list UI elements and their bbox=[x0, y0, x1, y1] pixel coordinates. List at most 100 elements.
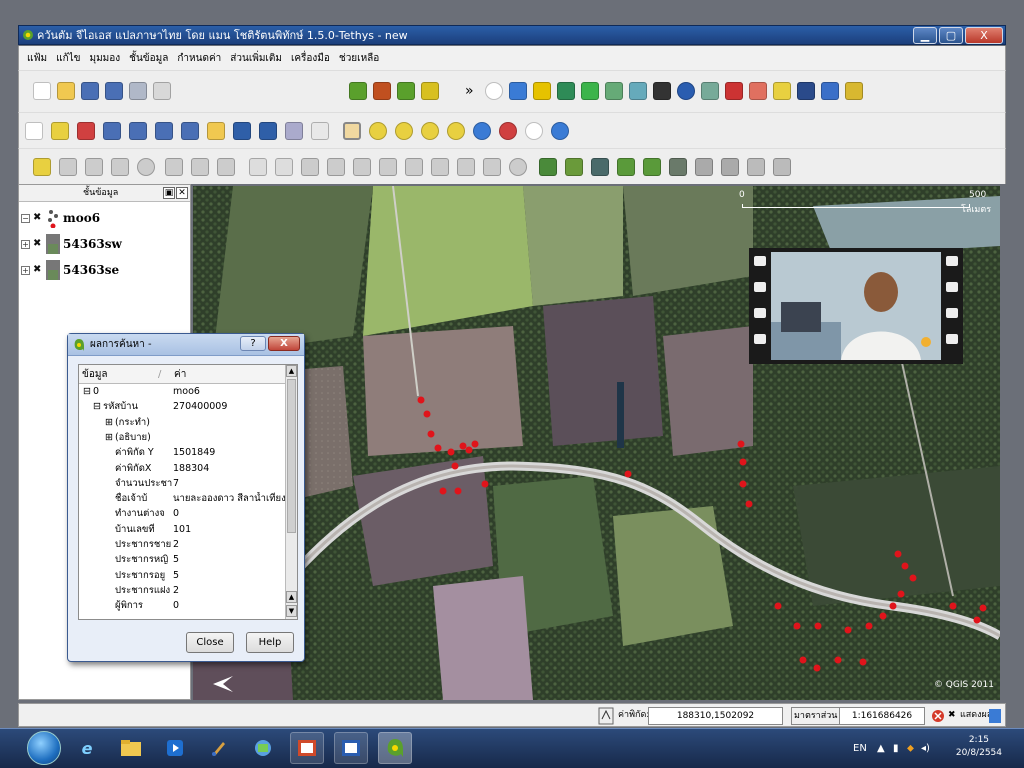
close-button[interactable]: X bbox=[965, 27, 1003, 44]
capture-line-icon[interactable] bbox=[111, 158, 129, 176]
add-vector-icon[interactable] bbox=[349, 82, 367, 100]
attribute-table-icon[interactable] bbox=[103, 122, 121, 140]
pan-icon[interactable] bbox=[343, 122, 361, 140]
new-project-icon[interactable] bbox=[33, 82, 51, 100]
collapse-node-icon[interactable]: ⊟ bbox=[83, 386, 91, 397]
results-tree[interactable]: ข้อมูล / ค่า ⊟ 0 moo6 ⊟ รหัสบ้าน 270400009 ⊞ (ก… bbox=[78, 364, 298, 620]
stop-render-icon[interactable] bbox=[931, 707, 945, 725]
add-raster-icon[interactable] bbox=[373, 82, 391, 100]
network-app-icon[interactable] bbox=[246, 732, 280, 764]
float-panel-button[interactable]: ▣ bbox=[163, 187, 175, 199]
add-ring-icon[interactable] bbox=[327, 158, 345, 176]
paste-icon[interactable] bbox=[217, 158, 235, 176]
powerpoint-icon[interactable] bbox=[290, 732, 324, 764]
results-row[interactable]: ⊟ 0 moo6 bbox=[79, 385, 287, 398]
save-as-icon[interactable] bbox=[105, 82, 123, 100]
qgis-taskbar-icon[interactable] bbox=[378, 732, 412, 764]
start-menu-button[interactable] bbox=[27, 731, 61, 765]
georeferencer-icon[interactable] bbox=[581, 82, 599, 100]
zoom-next-icon[interactable] bbox=[525, 122, 543, 140]
window-titlebar[interactable]: ควันตัม จีไอเอส แปลภาษาไทย โดย แมน โชติร… bbox=[18, 25, 1006, 45]
results-row[interactable]: ประชากรหญิ 5 bbox=[79, 553, 287, 566]
menu-settings[interactable]: กำหนดค่า bbox=[177, 51, 221, 66]
zoom-out-icon[interactable] bbox=[395, 122, 413, 140]
scroll-up-icon[interactable]: ▲ bbox=[286, 591, 297, 603]
north-arrow-icon[interactable] bbox=[509, 82, 527, 100]
menu-view[interactable]: มุมมอง bbox=[90, 51, 121, 66]
install-plugin-icon[interactable] bbox=[725, 82, 743, 100]
zoom-layer-icon[interactable] bbox=[473, 122, 491, 140]
zoom-last-icon[interactable] bbox=[499, 122, 517, 140]
column-header-feature[interactable]: ข้อมูล bbox=[82, 365, 108, 384]
internet-explorer-icon[interactable]: e bbox=[70, 732, 104, 764]
layer-item-moo6[interactable]: − ✖ moo6 bbox=[21, 205, 100, 231]
save-edits-icon[interactable] bbox=[59, 158, 77, 176]
rotate-icon[interactable] bbox=[509, 158, 527, 176]
rotate-label-icon[interactable] bbox=[643, 158, 661, 176]
minimize-button[interactable]: ▁ bbox=[913, 27, 937, 44]
menu-layer[interactable]: ชั้นข้อมูล bbox=[129, 51, 168, 66]
results-row[interactable]: จำนวนประชา 7 bbox=[79, 477, 287, 490]
menu-file[interactable]: แฟ้ม bbox=[27, 51, 47, 66]
results-row[interactable]: บ้านเลขที่ 101 bbox=[79, 523, 287, 536]
results-row[interactable]: ค่าพิกัดX 188304 bbox=[79, 462, 287, 475]
dialog-titlebar[interactable]: ผลการค้นหา - ? X bbox=[68, 334, 304, 356]
menu-edit[interactable]: แก้ไข bbox=[56, 51, 80, 66]
fill-ring-icon[interactable] bbox=[747, 158, 765, 176]
results-row[interactable]: ประชากรชาย 2 bbox=[79, 538, 287, 551]
select-icon[interactable] bbox=[51, 122, 69, 140]
add-postgis-icon[interactable] bbox=[397, 82, 415, 100]
results-row[interactable]: ผู้พิการ 0 bbox=[79, 599, 287, 612]
open-project-icon[interactable] bbox=[57, 82, 75, 100]
move-label-icon[interactable] bbox=[617, 158, 635, 176]
undo-icon[interactable] bbox=[249, 158, 267, 176]
map-canvas[interactable]: 0 500 โลเมตร © QGIS 2011 bbox=[193, 186, 1000, 700]
refresh-icon[interactable] bbox=[551, 122, 569, 140]
annotation-icon[interactable] bbox=[285, 122, 303, 140]
copy-icon[interactable] bbox=[191, 158, 209, 176]
results-row[interactable]: ประชากรแฝง 2 bbox=[79, 584, 287, 597]
pdf-icon[interactable] bbox=[749, 82, 767, 100]
capture-point-icon[interactable] bbox=[85, 158, 103, 176]
menu-help[interactable]: ช่วยเหลือ bbox=[339, 51, 379, 66]
add-layer-icon[interactable] bbox=[25, 122, 43, 140]
dialog-close-x-button[interactable]: X bbox=[268, 336, 300, 351]
menu-plugins[interactable]: ส่วนเพิ่มเติม bbox=[230, 51, 282, 66]
print-composer-icon[interactable] bbox=[129, 82, 147, 100]
show-hide-labels-icon[interactable] bbox=[591, 158, 609, 176]
paint-icon[interactable] bbox=[202, 732, 236, 764]
results-row[interactable]: ประชากรอยู 5 bbox=[79, 569, 287, 582]
close-panel-button[interactable]: ✕ bbox=[176, 187, 188, 199]
menu-tools[interactable]: เครื่องมือ bbox=[291, 51, 330, 66]
globe-icon[interactable] bbox=[629, 82, 647, 100]
volume-icon[interactable]: ◂) bbox=[921, 729, 930, 768]
coordinate-toggle-icon[interactable] bbox=[598, 707, 614, 725]
toolbar-overflow[interactable]: » bbox=[465, 83, 474, 99]
dialog-help-button[interactable]: ? bbox=[240, 336, 266, 351]
node-tool-icon[interactable] bbox=[695, 158, 713, 176]
collapse-toggle-icon[interactable]: − bbox=[21, 213, 30, 223]
copyright-icon[interactable] bbox=[485, 82, 503, 100]
simplify-icon[interactable] bbox=[301, 158, 319, 176]
offset-curve-icon[interactable] bbox=[721, 158, 739, 176]
toggle-editing-icon[interactable] bbox=[33, 158, 51, 176]
results-row[interactable]: ชื่อเจ้าบ้ นายละอองดาว สีลาน้ำเที่ยง bbox=[79, 492, 287, 505]
scale-bar-icon[interactable] bbox=[533, 82, 551, 100]
edit-tool-icon[interactable] bbox=[773, 82, 791, 100]
measure-line-icon[interactable] bbox=[797, 82, 815, 100]
deselect-icon[interactable] bbox=[77, 122, 95, 140]
layer-item-54363se[interactable]: + ✖ 54363se bbox=[21, 257, 119, 283]
add-island-icon[interactable] bbox=[353, 158, 371, 176]
results-row[interactable]: ⊞ (กระทำ) bbox=[79, 416, 287, 429]
clock[interactable]: 2:15 20/8/2554 bbox=[956, 734, 1002, 760]
show-hidden-icons-icon[interactable]: ▲ bbox=[877, 729, 885, 768]
word-icon[interactable] bbox=[334, 732, 368, 764]
results-row[interactable]: ⊞ (อธิบาย) bbox=[79, 431, 287, 444]
layer-visibility-checkbox[interactable]: ✖ bbox=[33, 239, 43, 249]
table-icon[interactable] bbox=[845, 82, 863, 100]
save-project-icon[interactable] bbox=[81, 82, 99, 100]
layer-visibility-checkbox[interactable]: ✖ bbox=[33, 265, 43, 275]
merge-icon[interactable] bbox=[483, 158, 501, 176]
cut-icon[interactable] bbox=[165, 158, 183, 176]
results-scrollbar[interactable]: ▲ ▲ ▼ bbox=[285, 365, 297, 619]
